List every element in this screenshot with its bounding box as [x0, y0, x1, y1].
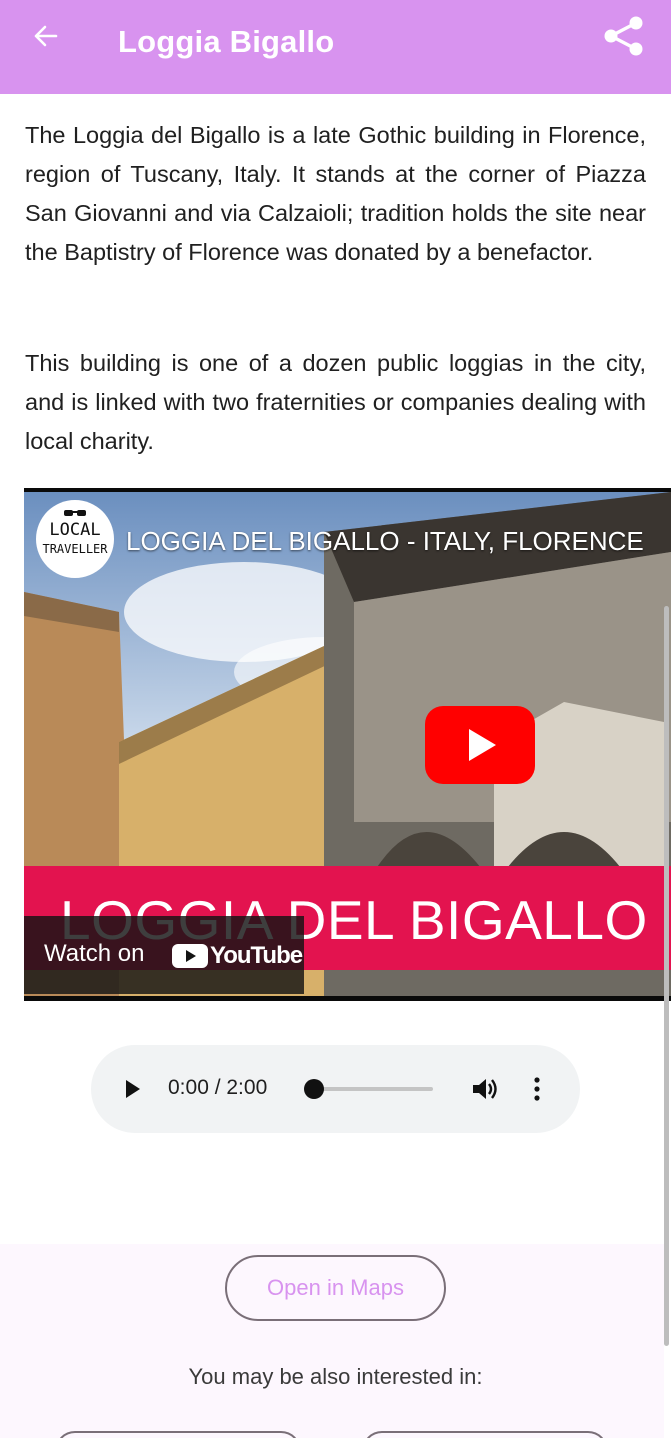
volume-icon[interactable]: [470, 1075, 500, 1103]
open-in-maps-button[interactable]: Open in Maps: [225, 1255, 446, 1321]
description-paragraph: The Loggia del Bigallo is a late Gothic …: [25, 122, 646, 265]
channel-logo[interactable]: LOCAL TRAVELLER: [36, 500, 114, 578]
related-heading: You may be also interested in:: [188, 1364, 483, 1389]
channel-logo-text: LOCAL: [49, 520, 101, 540]
more-vert-icon[interactable]: [529, 1075, 545, 1103]
video-player[interactable]: LOGGIA DEL BIGALLO - ITALY, FLORENCE LOC…: [24, 488, 671, 1001]
sunglasses-icon: [64, 510, 86, 516]
scrollbar[interactable]: [664, 606, 669, 1346]
audio-seek-thumb[interactable]: [304, 1079, 324, 1099]
share-icon[interactable]: [602, 14, 646, 58]
play-icon[interactable]: [425, 706, 535, 784]
page-title: Loggia Bigallo: [118, 24, 335, 59]
audio-seek-bar[interactable]: [313, 1087, 433, 1091]
arrow-left-icon[interactable]: [28, 18, 64, 54]
watch-on-label: Watch on: [44, 940, 145, 967]
play-icon[interactable]: [121, 1077, 143, 1101]
audio-time: 0:00 / 2:00: [168, 1076, 268, 1099]
related-place-button[interactable]: [55, 1431, 301, 1438]
youtube-label: YouTube: [210, 942, 303, 969]
watch-on-youtube-button[interactable]: Watch on YouTube: [24, 916, 304, 994]
related-place-button[interactable]: [362, 1431, 608, 1438]
description-paragraph: This building is one of a dozen public l…: [25, 350, 646, 454]
channel-logo-text: TRAVELLER: [42, 542, 108, 556]
video-title[interactable]: LOGGIA DEL BIGALLO - ITALY, FLORENCE: [126, 526, 644, 557]
audio-player: 0:00 / 2:00: [91, 1045, 580, 1133]
app-bar: Loggia Bigallo: [0, 0, 671, 94]
